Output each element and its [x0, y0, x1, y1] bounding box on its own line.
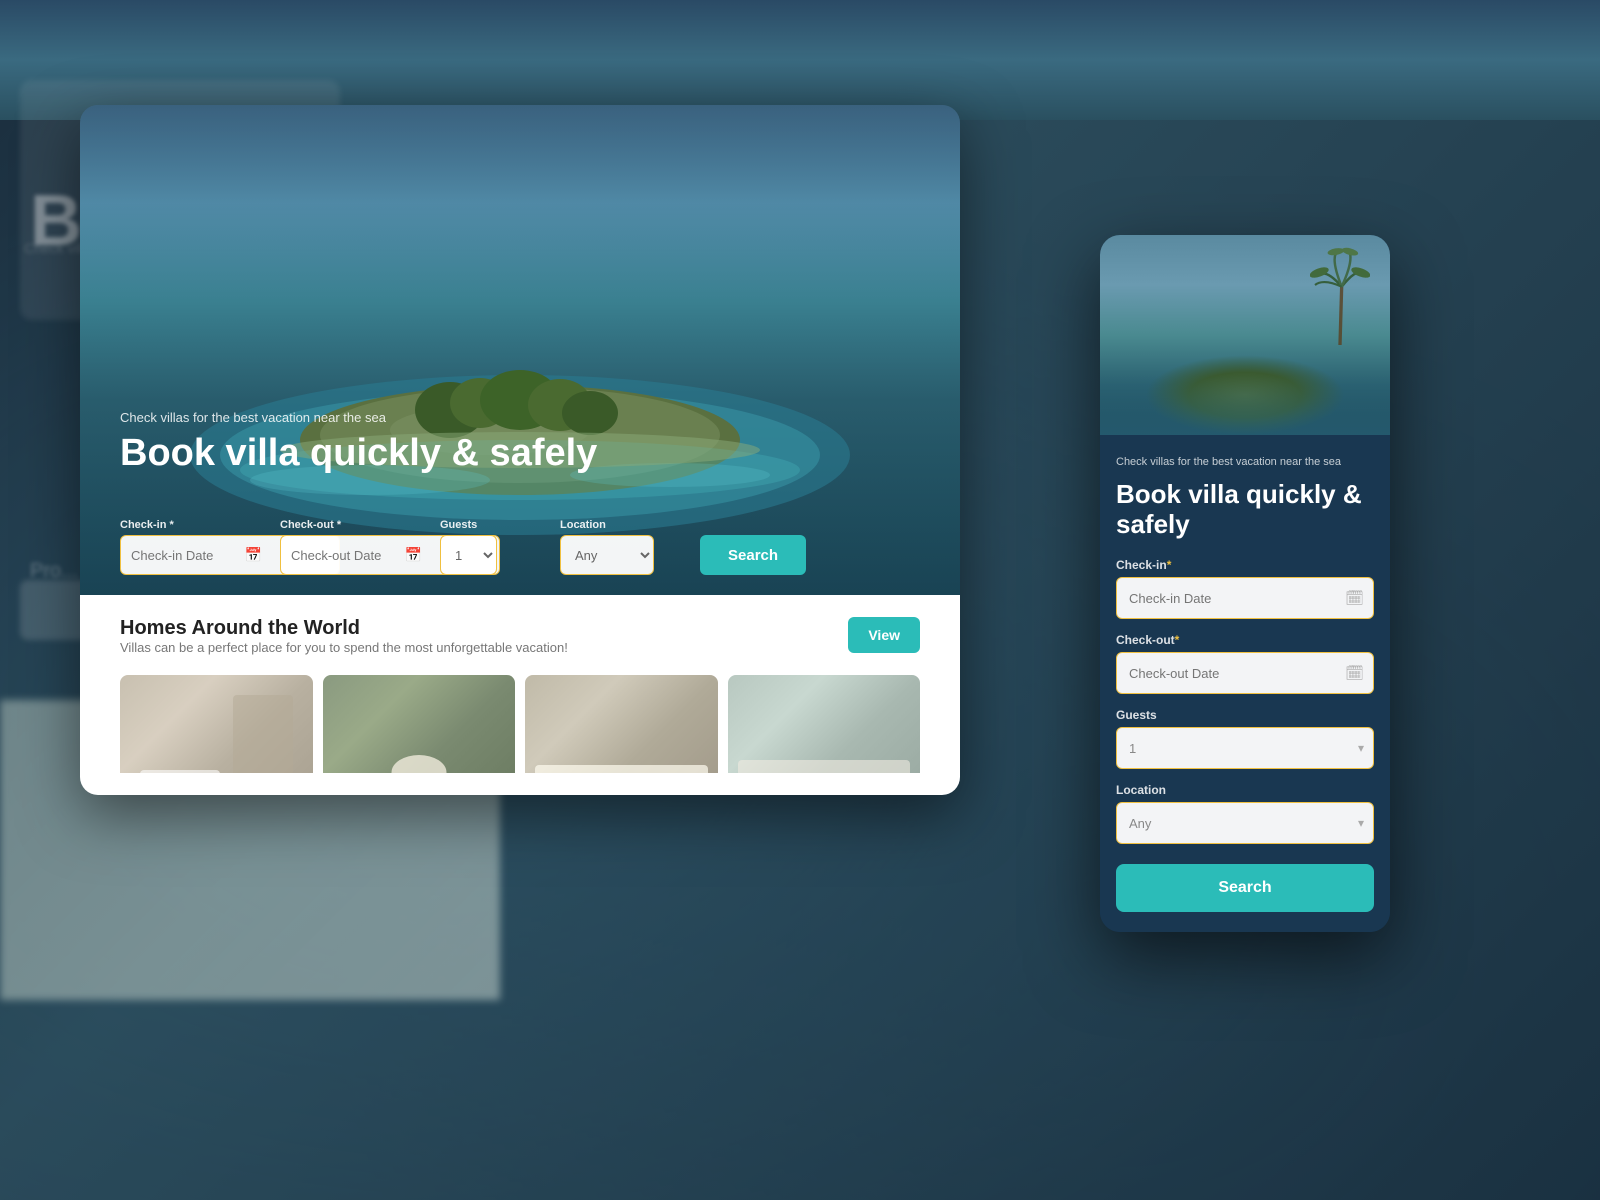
homes-subtitle: Villas can be a perfect place for you to…	[120, 640, 568, 655]
mobile-title: Book villa quickly & safely	[1116, 480, 1374, 540]
property-card[interactable]: France	[728, 675, 921, 773]
view-button[interactable]: View	[848, 617, 920, 653]
checkout-label: Check-out *	[280, 519, 430, 531]
mobile-checkin-input[interactable]	[1116, 577, 1374, 619]
location-select[interactable]: Any Maldives France Bali	[560, 535, 654, 575]
mobile-content: Check villas for the best vacation near …	[1100, 435, 1390, 932]
mobile-card: Check villas for the best vacation near …	[1100, 235, 1390, 932]
mobile-checkout-calendar-icon: 🗓	[1345, 664, 1364, 682]
mobile-checkin-field: Check-in* 🗓	[1116, 558, 1374, 619]
mobile-hero	[1100, 235, 1390, 435]
mobile-guests-wrapper: 1 2 3 4 5+ ▾	[1116, 727, 1374, 769]
homes-header: Homes Around the World Villas can be a p…	[120, 617, 920, 667]
location-label: Location	[560, 519, 690, 531]
mobile-checkout-input[interactable]	[1116, 652, 1374, 694]
location-field: Location Any Maldives France Bali	[560, 519, 690, 575]
palm-tree-icon	[1310, 245, 1370, 345]
mobile-location-label: Location	[1116, 783, 1374, 797]
mobile-guests-label: Guests	[1116, 708, 1374, 722]
location-wrapper: Any Maldives France Bali	[560, 535, 690, 575]
property-card[interactable]: France	[525, 675, 718, 773]
mobile-checkin-label: Check-in*	[1116, 558, 1374, 572]
search-bar: Check-in * 📅 Check-out * 📅 Guests 1	[120, 519, 920, 575]
desktop-card: Check villas for the best vacation near …	[80, 105, 960, 795]
property-card[interactable]: Maldives	[323, 675, 516, 773]
mobile-checkin-wrapper: 🗓	[1116, 577, 1374, 619]
background-property-text: Pro...	[30, 560, 78, 583]
mobile-location-field: Location Any Maldives France Bali ▾	[1116, 783, 1374, 844]
checkout-wrapper: 📅	[280, 535, 430, 575]
checkin-wrapper: 📅	[120, 535, 270, 575]
guests-label: Guests	[440, 519, 550, 531]
mobile-checkout-field: Check-out* 🗓	[1116, 633, 1374, 694]
mobile-search-button[interactable]: Search	[1116, 864, 1374, 912]
hero-subtitle: Check villas for the best vacation near …	[120, 410, 597, 425]
desktop-hero-content: Check villas for the best vacation near …	[120, 410, 597, 475]
desktop-search-button[interactable]: Search	[700, 535, 806, 575]
mobile-guests-select[interactable]: 1 2 3 4 5+	[1116, 727, 1374, 769]
mobile-checkout-label: Check-out*	[1116, 633, 1374, 647]
guests-wrapper: 1 2 3 4 5+	[440, 535, 550, 575]
checkout-field: Check-out * 📅	[280, 519, 430, 575]
property-grid: Maldives Maldives France France	[120, 675, 920, 773]
guests-field: Guests 1 2 3 4 5+	[440, 519, 550, 575]
guests-select[interactable]: 1 2 3 4 5+	[440, 535, 497, 575]
mobile-checkin-calendar-icon: 🗓	[1345, 589, 1364, 607]
mobile-guests-chevron-icon: ▾	[1358, 741, 1364, 755]
homes-header-text: Homes Around the World Villas can be a p…	[120, 617, 568, 667]
mobile-location-chevron-icon: ▾	[1358, 816, 1364, 830]
homes-title: Homes Around the World	[120, 617, 568, 640]
mobile-checkout-wrapper: 🗓	[1116, 652, 1374, 694]
mobile-location-select[interactable]: Any Maldives France Bali	[1116, 802, 1374, 844]
checkin-field: Check-in * 📅	[120, 519, 270, 575]
mobile-location-wrapper: Any Maldives France Bali ▾	[1116, 802, 1374, 844]
island-illustration	[170, 255, 870, 535]
desktop-hero: Check villas for the best vacation near …	[80, 105, 960, 595]
homes-section: Homes Around the World Villas can be a p…	[80, 595, 960, 795]
checkin-label: Check-in *	[120, 519, 270, 531]
mobile-subtitle: Check villas for the best vacation near …	[1116, 455, 1374, 470]
mobile-guests-field: Guests 1 2 3 4 5+ ▾	[1116, 708, 1374, 769]
property-card[interactable]: Maldives	[120, 675, 313, 773]
hero-title: Book villa quickly & safely	[120, 433, 597, 475]
